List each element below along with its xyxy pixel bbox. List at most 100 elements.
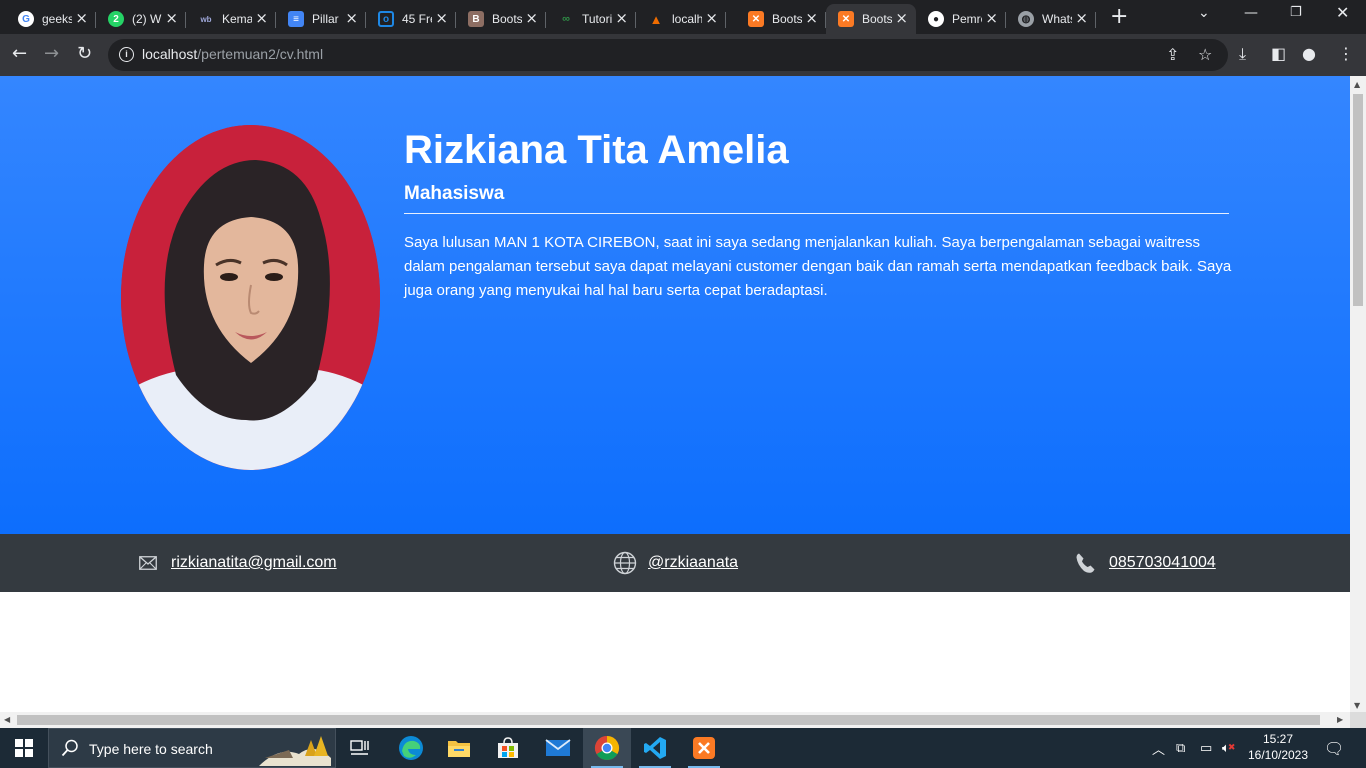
chrome-icon <box>594 736 620 761</box>
close-icon[interactable]: × <box>1075 10 1088 26</box>
meet-now-icon[interactable]: ⧉ <box>1176 728 1185 768</box>
browser-toolbar: ← → ↻ i localhost/pertemuan2/cv.html ⇪ ☆… <box>0 34 1366 76</box>
contact-social: @rzkiaanata <box>613 534 738 592</box>
close-icon[interactable]: × <box>705 10 718 26</box>
tab-pemrograman[interactable]: ● Pemrograman × <box>916 4 1006 34</box>
forward-icon[interactable]: → <box>44 43 59 65</box>
scrollbar-corner <box>1350 712 1366 728</box>
restore-icon[interactable]: ❐ <box>1290 5 1302 20</box>
scroll-left-icon[interactable]: ◀ <box>4 715 10 724</box>
close-icon[interactable]: × <box>895 10 908 26</box>
close-icon[interactable]: × <box>435 10 448 26</box>
tab-geeksforgeeks[interactable]: G geeksforgeeks × <box>6 4 96 34</box>
bookmark-icon: B <box>468 11 484 27</box>
profile-role: Mahasiswa <box>404 183 505 204</box>
minimize-icon[interactable]: — <box>1244 5 1258 21</box>
profile-photo-illustration <box>121 125 380 470</box>
side-panel-icon[interactable]: ◧ <box>1271 44 1286 64</box>
horizontal-scroll-thumb[interactable] <box>17 715 1320 725</box>
search-icon <box>61 739 78 757</box>
tab-kemahasiswaan[interactable]: wb Kemahasiswaan × <box>186 4 276 34</box>
task-view-button[interactable] <box>336 728 384 768</box>
xampp-icon: ✕ <box>748 11 764 27</box>
vertical-scrollbar[interactable]: ▲ ▼ <box>1350 76 1366 712</box>
taskbar-chrome[interactable] <box>583 728 631 768</box>
close-icon[interactable]: × <box>525 10 538 26</box>
contact-phone: 085703041004 <box>1074 534 1216 592</box>
close-icon[interactable]: × <box>75 10 88 26</box>
profile-hero: Rizkiana Tita Amelia Mahasiswa Saya lulu… <box>0 76 1350 534</box>
taskbar-file-explorer[interactable] <box>435 728 483 768</box>
back-icon[interactable]: ← <box>12 43 27 65</box>
window-close-icon[interactable]: ✕ <box>1336 3 1349 22</box>
close-icon[interactable]: × <box>985 10 998 26</box>
tab-whatsapp-web[interactable]: ◍ WhatsApp × <box>1006 4 1096 34</box>
taskbar-mail[interactable] <box>534 728 582 768</box>
start-button[interactable] <box>0 728 48 768</box>
taskbar: Type here to search ︿ ⧉ ▭ 🔈︎ ✖ 15:27 16/1… <box>0 728 1366 768</box>
reload-icon[interactable]: ↻ <box>77 43 92 65</box>
folder-icon <box>448 741 470 757</box>
store-icon <box>498 737 518 758</box>
taskbar-edge[interactable] <box>387 728 435 768</box>
whatsapp-icon: 2 <box>108 11 124 27</box>
tab-bootstrap-2[interactable]: ✕ Bootstrap × <box>736 4 826 34</box>
close-icon[interactable]: × <box>615 10 628 26</box>
phone-icon <box>1074 551 1098 575</box>
taskbar-xampp[interactable] <box>680 728 728 768</box>
phone-link[interactable]: 085703041004 <box>1109 554 1216 572</box>
close-icon[interactable]: × <box>255 10 268 26</box>
share-icon[interactable]: ⇪ <box>1166 45 1179 64</box>
docs-icon: ≡ <box>288 11 304 27</box>
tab-search-chevron-icon[interactable]: ⌄ <box>1198 5 1210 21</box>
profile-bio: Saya lulusan MAN 1 KOTA CIREBON, saat in… <box>404 234 1232 299</box>
taskbar-store[interactable] <box>484 728 532 768</box>
tab-bootstrap-active[interactable]: ✕ Bootstrap × <box>826 4 916 34</box>
windows-logo-icon <box>15 739 33 757</box>
social-link[interactable]: @rzkiaanata <box>648 554 738 572</box>
new-tab-button[interactable]: + <box>1110 6 1128 28</box>
tab-tutorial[interactable]: ∞ Tutorial × <box>546 4 636 34</box>
taskbar-vscode[interactable] <box>631 728 679 768</box>
taskbar-search[interactable]: Type here to search <box>48 728 336 768</box>
web-icon: wb <box>198 11 214 27</box>
tab-whatsapp[interactable]: 2 (2) WhatsApp × <box>96 4 186 34</box>
close-icon[interactable]: × <box>345 10 358 26</box>
xampp-sail-icon: ▲ <box>649 11 663 27</box>
globe-icon <box>613 551 637 575</box>
search-highlight-icon <box>259 736 331 766</box>
tab-pillar[interactable]: ≡ Pillar × <box>276 4 366 34</box>
scroll-up-icon[interactable]: ▲ <box>1354 80 1360 89</box>
bookmark-star-icon[interactable]: ☆ <box>1198 45 1212 64</box>
scroll-right-icon[interactable]: ▶ <box>1337 715 1343 724</box>
search-placeholder: Type here to search <box>89 741 213 757</box>
url-text[interactable]: localhost/pertemuan2/cv.html <box>142 46 323 62</box>
tab-title: Pillar <box>312 12 339 26</box>
url-host: localhost <box>142 46 198 62</box>
volume-muted-icon[interactable]: 🔈︎ ✖ <box>1222 728 1235 768</box>
network-icon[interactable]: ▭ <box>1200 728 1212 768</box>
address-bar[interactable]: i localhost/pertemuan2/cv.html ⇪ ☆ <box>108 39 1228 71</box>
task-view-icon <box>350 740 369 755</box>
download-icon[interactable]: ⤓ <box>1239 44 1246 64</box>
tab-localhost[interactable]: ▲ localhost × <box>636 4 726 34</box>
show-hidden-icons-icon[interactable]: ︿ <box>1152 728 1165 768</box>
email-link[interactable]: rizkianatita@gmail.com <box>171 554 337 572</box>
close-icon[interactable]: × <box>805 10 818 26</box>
profile-photo <box>121 125 380 470</box>
tab-title: Pemrograman <box>952 12 982 26</box>
tab-45-free[interactable]: o 45 Free × <box>366 4 456 34</box>
vertical-scroll-thumb[interactable] <box>1353 94 1363 306</box>
google-g-icon: G <box>18 11 34 27</box>
vscode-icon <box>644 737 666 759</box>
menu-icon[interactable]: ⋮ <box>1338 44 1354 64</box>
scroll-down-icon[interactable]: ▼ <box>1354 701 1360 710</box>
tab-bootstrap-1[interactable]: B Bootstrap × <box>456 4 546 34</box>
close-icon[interactable]: × <box>165 10 178 26</box>
contact-email: rizkianatita@gmail.com <box>136 534 337 592</box>
profile-icon[interactable]: ● <box>1302 44 1316 64</box>
site-info-icon[interactable]: i <box>119 47 134 62</box>
horizontal-scrollbar[interactable]: ◀ ▶ <box>0 712 1350 728</box>
notifications-icon[interactable]: 🗨︎ <box>1324 728 1344 768</box>
clock[interactable]: 15:27 16/10/2023 <box>1246 731 1310 763</box>
